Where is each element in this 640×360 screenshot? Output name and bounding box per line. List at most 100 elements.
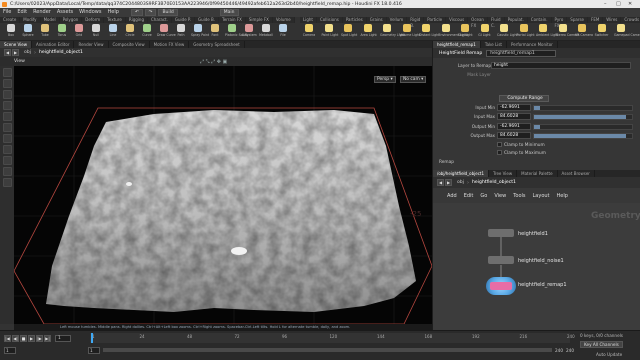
menu-help[interactable]: Help — [104, 8, 121, 17]
shelf-tab-volume[interactable]: Volume — [272, 17, 295, 23]
build-desktop-select[interactable]: Build — [158, 9, 178, 16]
step-forward-icon[interactable]: |▶ — [36, 334, 43, 342]
range-end-field[interactable]: 240 — [555, 348, 563, 353]
shelf-tool-stereo-camera[interactable]: Stereo Camera — [556, 24, 579, 37]
forward-arrow-icon[interactable]: ▶ — [12, 49, 19, 56]
start-frame-field[interactable]: 1 — [4, 346, 16, 354]
back-arrow-icon[interactable]: ◀ — [437, 179, 444, 186]
menu-file[interactable]: File — [0, 8, 14, 17]
shelf-tab-light[interactable]: Light — [300, 17, 317, 23]
shelf-tab-guide-b[interactable]: Guide B. — [194, 17, 220, 23]
shelf-tab-polygon[interactable]: Polygon — [59, 17, 83, 23]
output-max-field[interactable]: 84.6028 — [497, 132, 531, 139]
input-min-field[interactable]: -62.9691 — [497, 104, 531, 111]
shelf-tool-box[interactable]: Box — [4, 24, 18, 37]
node-heightfield-noise1[interactable]: heightfield_noise1 — [488, 256, 598, 266]
shelf-tab-viscous[interactable]: Viscous — [446, 17, 469, 23]
network-menu-view[interactable]: View — [494, 193, 506, 199]
shelf-tool-tube[interactable]: Tube — [38, 24, 52, 37]
shelf-tab-terrain-fx[interactable]: Terrain FX — [219, 17, 246, 23]
forward-arrow-icon[interactable]: ▶ — [445, 179, 452, 186]
shelf-tool-platonic-solids[interactable]: Platonic Solids — [225, 24, 248, 37]
tab-geometry-spreadsheet[interactable]: Geometry Spreadsheet — [189, 41, 245, 48]
menu-render[interactable]: Render — [30, 8, 54, 17]
shelf-tab-contain[interactable]: Contain. — [527, 17, 552, 23]
3d-viewport[interactable]: -25 Persp ▾ No cam ▾ — [14, 66, 432, 324]
shelf-tool-line[interactable]: Line — [106, 24, 120, 37]
shelf-tab-rigging[interactable]: Rigging — [125, 17, 148, 23]
shelf-tab-sparse[interactable]: Sparse — [567, 17, 589, 23]
shelf-tab-fem[interactable]: FEM — [588, 17, 604, 23]
auto-update-menu[interactable]: Auto Update — [596, 352, 622, 357]
clamp-min-checkbox[interactable] — [497, 142, 502, 147]
scale-tool-icon[interactable] — [2, 101, 12, 110]
shelf-tab-populat[interactable]: Populat. — [504, 17, 528, 23]
clamp-max-row[interactable]: Clamp to Maximum — [497, 150, 640, 158]
snap-icons[interactable]: ⤢ ⤡ ⤢ ✥ ▣ — [200, 59, 227, 65]
shelf-tool-gi-light[interactable]: GI Light — [478, 24, 492, 37]
shelf-tool-null[interactable]: Null — [89, 24, 103, 37]
jump-end-icon[interactable]: ▶| — [44, 334, 51, 342]
shelf-tool-torus[interactable]: Torus — [55, 24, 69, 37]
shelf-tool-portal-light[interactable]: Portal Light — [517, 24, 535, 37]
clamp-min-row[interactable]: Clamp to Minimum — [497, 142, 640, 150]
maximize-button[interactable]: □ — [616, 1, 621, 7]
shelf-tab-wires[interactable]: Wires — [603, 17, 622, 23]
shelf-tab-model[interactable]: Model — [40, 17, 60, 23]
current-frame-field[interactable]: 1 — [55, 334, 71, 342]
shelf-tab-create[interactable]: Create — [0, 17, 21, 23]
camera-tool-icon[interactable] — [2, 167, 12, 176]
paint-tool-icon[interactable] — [2, 145, 12, 154]
timeline-ruler[interactable]: 1 24 48 72 96 120 144 168 192 216 240 — [90, 333, 575, 343]
shelf-tool-caustic-light[interactable]: Caustic Light — [497, 24, 518, 37]
shelf-tab-pyro-fx[interactable]: Pyro FX — [551, 17, 568, 28]
shelf-tool-path[interactable]: Path — [174, 24, 188, 37]
shelf-tool-point-light[interactable]: Point Light — [322, 24, 338, 37]
layer-to-remap-field[interactable]: height — [491, 62, 631, 69]
play-icon[interactable]: ▶ — [28, 334, 35, 342]
rotate-tool-icon[interactable] — [2, 90, 12, 99]
tab-take-list[interactable]: Take List — [481, 41, 507, 48]
shelf-tool-curve[interactable]: Curve — [140, 24, 154, 37]
tab-obj-heightfield-object1[interactable]: /obj/heightfield_object1 — [433, 170, 490, 177]
shelf-tool-volume-light[interactable]: Volume Light — [400, 24, 420, 37]
shelf-tool-ambient-light[interactable]: Ambient Light — [536, 24, 558, 37]
shelf-tab-charact[interactable]: Charact. — [147, 17, 172, 23]
tab-render-view[interactable]: Render View — [74, 41, 109, 48]
shelf-tab-particle[interactable]: Particle — [424, 17, 447, 23]
shelf-tool-vr-camera[interactable]: VR Camera — [575, 24, 593, 37]
shelf-tab-ocean-fx[interactable]: Ocean FX — [468, 17, 488, 28]
network-path-context[interactable]: obj — [457, 180, 464, 185]
input-min-slider[interactable] — [533, 105, 633, 111]
shelf-tool-metaball[interactable]: Metaball — [259, 24, 273, 37]
tab-material-palette[interactable]: Material Palette — [517, 170, 558, 177]
tab-tree-view[interactable]: Tree View — [489, 170, 518, 177]
minimize-button[interactable]: – — [604, 1, 607, 7]
shelf-tool-file[interactable]: File — [276, 24, 290, 37]
shelf-tab-grains[interactable]: Grains — [366, 17, 387, 23]
playhead[interactable] — [91, 333, 93, 343]
view-tool-icon[interactable] — [2, 123, 12, 132]
shelf-tab-collisions[interactable]: Collisions — [316, 17, 343, 23]
shelf-tool-spot-light[interactable]: Spot Light — [341, 24, 357, 37]
view-menu[interactable]: View — [14, 59, 25, 64]
snap-tool-icon[interactable] — [2, 156, 12, 165]
shelf-tool-distant-light[interactable]: Distant Light — [419, 24, 439, 37]
path-node[interactable]: heightfield_object1 — [39, 50, 83, 55]
network-menu-help[interactable]: Help — [557, 193, 568, 199]
network-menu-go[interactable]: Go — [480, 193, 487, 199]
shelf-tab-fluid-c[interactable]: Fluid C. — [487, 17, 505, 28]
shelf-tab-modify[interactable]: Modify — [20, 17, 41, 23]
network-path-node[interactable]: heightfield_object1 — [472, 180, 516, 185]
shelf-tab-crowds[interactable]: Crowds — [621, 17, 640, 23]
shelf-tool-l-system[interactable]: L-System — [242, 24, 257, 37]
shelf-tool-gamepad-camera[interactable]: Gamepad Camera — [614, 24, 640, 37]
network-menu-edit[interactable]: Edit — [464, 193, 474, 199]
output-max-slider[interactable] — [533, 133, 633, 139]
compute-range-button[interactable]: Compute Range — [499, 95, 549, 102]
move-tool-icon[interactable] — [2, 79, 12, 88]
range-slider[interactable] — [103, 348, 552, 352]
shelf-tool-area-light[interactable]: Area Light — [361, 24, 377, 37]
step-back-icon[interactable]: ◀| — [12, 334, 19, 342]
path-context[interactable]: obj — [24, 50, 31, 55]
